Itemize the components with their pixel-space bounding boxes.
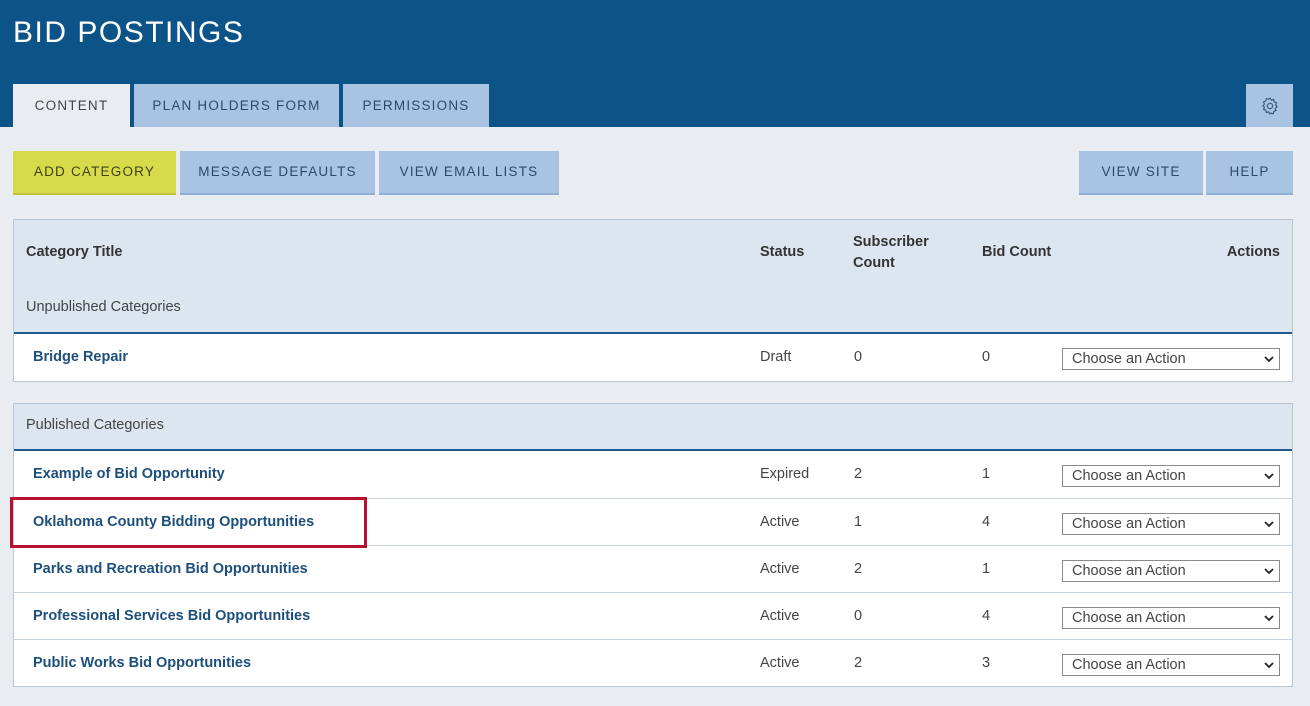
action-select[interactable]: Choose an Action (1062, 654, 1280, 676)
help-button[interactable]: HELP (1206, 151, 1293, 195)
bid-count-cell: 1 (982, 466, 991, 482)
published-header: Published Categories (14, 404, 1292, 451)
chevron-down-icon (1264, 473, 1274, 480)
action-select[interactable]: Choose an Action (1062, 607, 1280, 629)
chevron-down-icon (1264, 356, 1274, 363)
tab-plan-holders-form[interactable]: PLAN HOLDERS FORM (134, 84, 339, 127)
action-select[interactable]: Choose an Action (1062, 513, 1280, 535)
table-row: Oklahoma County Bidding Opportunities Ac… (14, 498, 1292, 545)
table-row: Professional Services Bid Opportunities … (14, 592, 1292, 639)
column-header-bid-count: Bid Count (982, 244, 1052, 260)
settings-button[interactable] (1246, 84, 1293, 127)
message-defaults-button[interactable]: MESSAGE DEFAULTS (180, 151, 375, 195)
action-select-value: Choose an Action (1072, 351, 1186, 367)
column-header-subscriber-line2: Count (853, 255, 895, 271)
subscriber-count-cell: 0 (854, 608, 863, 624)
view-email-lists-button[interactable]: VIEW EMAIL LISTS (379, 151, 559, 195)
status-cell: Active (760, 514, 800, 530)
section-label-unpublished: Unpublished Categories (26, 299, 181, 315)
published-categories-panel: Published Categories Example of Bid Oppo… (13, 403, 1293, 687)
status-cell: Expired (760, 466, 810, 482)
category-title-link[interactable]: Professional Services Bid Opportunities (33, 593, 310, 640)
gear-icon (1261, 96, 1278, 115)
header-bar: BID POSTINGS CONTENT PLAN HOLDERS FORM P… (0, 0, 1310, 127)
subscriber-count-cell: 2 (854, 655, 863, 671)
action-select[interactable]: Choose an Action (1062, 465, 1280, 487)
action-select[interactable]: Choose an Action (1062, 560, 1280, 582)
category-title-link[interactable]: Parks and Recreation Bid Opportunities (33, 546, 308, 593)
bid-count-cell: 3 (982, 655, 991, 671)
chevron-down-icon (1264, 662, 1274, 669)
table-header: Category Title Status Subscriber Count B… (14, 220, 1292, 334)
status-cell: Draft (760, 349, 792, 365)
action-select-value: Choose an Action (1072, 657, 1186, 673)
status-cell: Active (760, 608, 800, 624)
page-title: BID POSTINGS (13, 16, 245, 49)
table-row: Bridge Repair Draft 0 0 Choose an Action (14, 334, 1292, 381)
tab-content[interactable]: CONTENT (13, 84, 130, 127)
subscriber-count-cell: 0 (854, 349, 863, 365)
add-category-button[interactable]: ADD CATEGORY (13, 151, 176, 195)
action-select-value: Choose an Action (1072, 610, 1186, 626)
action-select-value: Choose an Action (1072, 468, 1186, 484)
view-site-button[interactable]: VIEW SITE (1079, 151, 1203, 195)
column-header-actions: Actions (1226, 244, 1280, 260)
bid-count-cell: 1 (982, 561, 991, 577)
subscriber-count-cell: 2 (854, 466, 863, 482)
bid-count-cell: 4 (982, 514, 991, 530)
chevron-down-icon (1264, 615, 1274, 622)
column-header-subscriber-line1: Subscriber (853, 234, 929, 250)
status-cell: Active (760, 561, 800, 577)
column-header-title: Category Title (26, 244, 123, 260)
table-row: Example of Bid Opportunity Expired 2 1 C… (14, 451, 1292, 498)
category-title-link[interactable]: Bridge Repair (33, 334, 128, 381)
unpublished-categories-panel: Category Title Status Subscriber Count B… (13, 219, 1293, 382)
chevron-down-icon (1264, 568, 1274, 575)
column-header-subscriber-count: Subscriber Count (853, 232, 929, 274)
subscriber-count-cell: 1 (854, 514, 863, 530)
table-row: Parks and Recreation Bid Opportunities A… (14, 545, 1292, 592)
action-select[interactable]: Choose an Action (1062, 348, 1280, 370)
bid-count-cell: 4 (982, 608, 991, 624)
category-title-link[interactable]: Example of Bid Opportunity (33, 451, 225, 498)
subscriber-count-cell: 2 (854, 561, 863, 577)
section-label-published: Published Categories (26, 417, 164, 433)
action-select-value: Choose an Action (1072, 516, 1186, 532)
action-select-value: Choose an Action (1072, 563, 1186, 579)
status-cell: Active (760, 655, 800, 671)
chevron-down-icon (1264, 521, 1274, 528)
table-row: Public Works Bid Opportunities Active 2 … (14, 639, 1292, 686)
category-title-link[interactable]: Oklahoma County Bidding Opportunities (33, 499, 314, 546)
column-header-status: Status (760, 244, 805, 260)
tab-permissions[interactable]: PERMISSIONS (343, 84, 489, 127)
category-title-link[interactable]: Public Works Bid Opportunities (33, 640, 251, 687)
bid-count-cell: 0 (982, 349, 991, 365)
